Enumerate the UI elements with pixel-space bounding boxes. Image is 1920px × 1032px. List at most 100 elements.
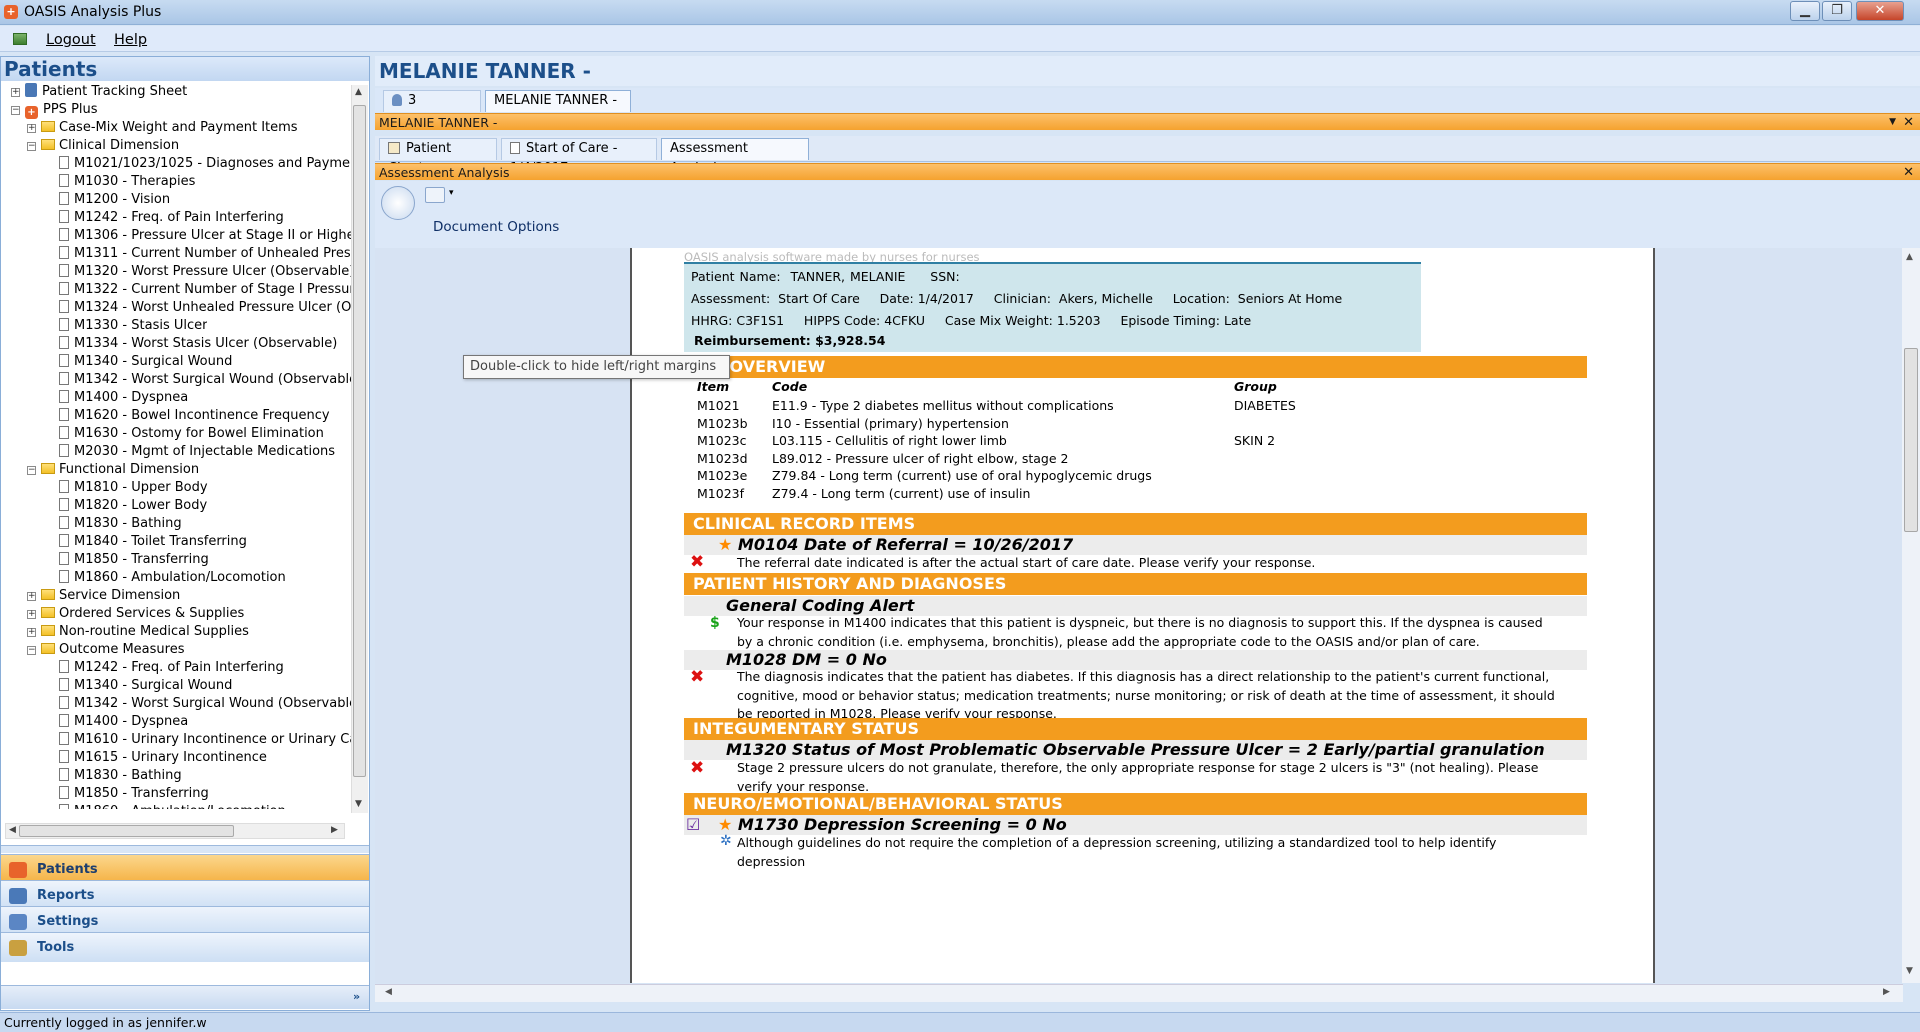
- expander-icon[interactable]: +: [27, 610, 36, 619]
- scroll-up-icon[interactable]: ▲: [355, 87, 362, 97]
- tree-hscroll-thumb[interactable]: [19, 825, 234, 837]
- expander-icon[interactable]: −: [27, 142, 36, 151]
- tree-item-label: Non-routine Medical Supplies: [59, 624, 249, 639]
- tree-item[interactable]: − Outcome Measures: [27, 641, 185, 659]
- scroll-right-icon[interactable]: ▶: [1883, 987, 1890, 997]
- scroll-down-icon[interactable]: ▼: [355, 799, 362, 809]
- tree-item[interactable]: M1306 - Pressure Ulcer at Stage II or Hi…: [59, 227, 351, 245]
- tree-item[interactable]: + Service Dimension: [27, 587, 180, 605]
- page-icon: [59, 786, 69, 799]
- tree-item[interactable]: − Clinical Dimension: [27, 137, 179, 155]
- scroll-up-icon[interactable]: ▲: [1906, 252, 1913, 262]
- expander-icon[interactable]: +: [27, 628, 36, 637]
- icd-code: Z79.84 - Long term (current) use of oral…: [772, 468, 1152, 483]
- exit-icon[interactable]: [13, 33, 27, 45]
- tree-item[interactable]: M1324 - Worst Unhealed Pressure Ulcer (O…: [59, 299, 351, 317]
- tree-item[interactable]: M1200 - Vision: [59, 191, 170, 209]
- m0104-message: The referral date indicated is after the…: [737, 555, 1316, 570]
- tree-item[interactable]: M2030 - Mgmt of Injectable Medications: [59, 443, 335, 461]
- page-icon: [59, 678, 69, 691]
- dropdown-icon[interactable]: ▼: [1889, 114, 1896, 131]
- tree-item[interactable]: + Case-Mix Weight and Payment Items: [27, 119, 298, 137]
- tools-icon: [9, 940, 27, 956]
- tree-item[interactable]: M1340 - Surgical Wound: [59, 677, 232, 695]
- tree-item[interactable]: M1830 - Bathing: [59, 767, 182, 785]
- scroll-right-icon[interactable]: ▶: [331, 825, 338, 835]
- tree-item[interactable]: M1630 - Ostomy for Bowel Elimination: [59, 425, 324, 443]
- tree-item-label: Service Dimension: [59, 588, 181, 603]
- minimize-button[interactable]: ▁: [1790, 1, 1820, 21]
- tree-scroll-thumb[interactable]: [353, 105, 366, 777]
- section-neuro: NEURO/EMOTIONAL/BEHAVIORAL STATUS: [684, 793, 1587, 815]
- tree-item[interactable]: M1030 - Therapies: [59, 173, 195, 191]
- tree-item[interactable]: M1610 - Urinary Incontinence or Urinary …: [59, 731, 351, 749]
- tree-item[interactable]: + Patient Tracking Sheet: [11, 83, 187, 101]
- document-options-label[interactable]: Document Options: [433, 219, 559, 235]
- tree-item[interactable]: − + PPS Plus: [11, 101, 98, 119]
- menu-help[interactable]: Help: [114, 32, 147, 48]
- tree-item[interactable]: + Ordered Services & Supplies: [27, 605, 244, 623]
- page-icon: [59, 714, 69, 727]
- scroll-left-icon[interactable]: ◀: [385, 987, 392, 997]
- close-icon[interactable]: ✕: [1903, 164, 1914, 181]
- print-icon[interactable]: [425, 187, 445, 203]
- expander-icon[interactable]: −: [27, 646, 36, 655]
- tree-item[interactable]: M1620 - Bowel Incontinence Frequency: [59, 407, 330, 425]
- tree-item[interactable]: M1840 - Toilet Transferring: [59, 533, 247, 551]
- page-icon: [59, 480, 69, 493]
- tab-3-patients[interactable]: 3 Patients: [383, 90, 481, 128]
- tree-item-label: Ordered Services & Supplies: [59, 606, 245, 621]
- tree-item[interactable]: M1330 - Stasis Ulcer: [59, 317, 207, 335]
- menu-logout[interactable]: Logout: [46, 32, 96, 48]
- maximize-button[interactable]: ❐: [1822, 1, 1852, 21]
- tree-item[interactable]: M1400 - Dyspnea: [59, 389, 188, 407]
- tab-patient-chart[interactable]: Patient Chart: [379, 138, 497, 176]
- tree-item[interactable]: M1242 - Freq. of Pain Interfering: [59, 659, 284, 677]
- tree-item[interactable]: M1340 - Surgical Wound: [59, 353, 232, 371]
- app-logo-icon: +: [4, 5, 18, 19]
- close-button[interactable]: ✕: [1856, 1, 1904, 21]
- tab-assessment-analysis[interactable]: Assessment Analysis: [661, 138, 809, 176]
- tree-item[interactable]: M1322 - Current Number of Stage I Pressu…: [59, 281, 351, 299]
- tree-item[interactable]: M1860 - Ambulation/Locomotion: [59, 803, 286, 809]
- tree-item[interactable]: M1242 - Freq. of Pain Interfering: [59, 209, 284, 227]
- expander-icon[interactable]: +: [11, 88, 20, 97]
- scroll-down-icon[interactable]: ▼: [1906, 966, 1913, 976]
- expander-icon[interactable]: +: [27, 592, 36, 601]
- tree-item[interactable]: M1342 - Worst Surgical Wound (Observable: [59, 371, 351, 389]
- tab-start-of-care[interactable]: Start of Care - 1/4/2017: [501, 138, 657, 176]
- nav-tools[interactable]: Tools: [1, 932, 369, 962]
- tree-item[interactable]: + Non-routine Medical Supplies: [27, 623, 249, 641]
- tree-item[interactable]: M1615 - Urinary Incontinence: [59, 749, 267, 767]
- tree-item[interactable]: M1810 - Upper Body: [59, 479, 208, 497]
- expander-icon[interactable]: −: [11, 106, 20, 115]
- m1730-message: Although guidelines do not require the c…: [737, 835, 1497, 869]
- tree-item[interactable]: M1820 - Lower Body: [59, 497, 207, 515]
- scroll-left-icon[interactable]: ◀: [9, 825, 16, 835]
- toolbar-dropdown-icon[interactable]: ▾: [449, 188, 454, 198]
- tree-item[interactable]: M1342 - Worst Surgical Wound (Observable: [59, 695, 351, 713]
- expander-icon[interactable]: −: [27, 466, 36, 475]
- tree-item[interactable]: M1850 - Transferring: [59, 785, 209, 803]
- tree-item[interactable]: M1400 - Dyspnea: [59, 713, 188, 731]
- splitter-handle[interactable]: [1, 845, 369, 853]
- section-patient-history: PATIENT HISTORY AND DIAGNOSES: [684, 573, 1587, 595]
- close-icon[interactable]: ✕: [1903, 114, 1914, 131]
- tree-item[interactable]: M1830 - Bathing: [59, 515, 182, 533]
- nav-overflow-chevron-icon[interactable]: »: [353, 990, 360, 1003]
- tree-item[interactable]: M1021/1023/1025 - Diagnoses and Payment: [59, 155, 351, 173]
- tree-item[interactable]: M1320 - Worst Pressure Ulcer (Observable…: [59, 263, 351, 281]
- document-horizontal-scrollbar[interactable]: ◀ ▶: [375, 984, 1903, 1002]
- page-icon: [59, 570, 69, 583]
- report-page[interactable]: OASIS analysis software made by nurses f…: [630, 248, 1655, 983]
- document-scroll-thumb[interactable]: [1904, 348, 1918, 532]
- tree-item[interactable]: − Functional Dimension: [27, 461, 199, 479]
- tab-melanie-tanner[interactable]: MELANIE TANNER -: [485, 90, 631, 112]
- tree-item[interactable]: M1311 - Current Number of Unhealed Press…: [59, 245, 351, 263]
- tree-item[interactable]: M1860 - Ambulation/Locomotion: [59, 569, 286, 587]
- page-icon: [59, 696, 69, 709]
- expander-icon[interactable]: +: [27, 124, 36, 133]
- document-menu-icon[interactable]: [381, 186, 415, 220]
- tree-item[interactable]: M1334 - Worst Stasis Ulcer (Observable): [59, 335, 337, 353]
- tree-item[interactable]: M1850 - Transferring: [59, 551, 209, 569]
